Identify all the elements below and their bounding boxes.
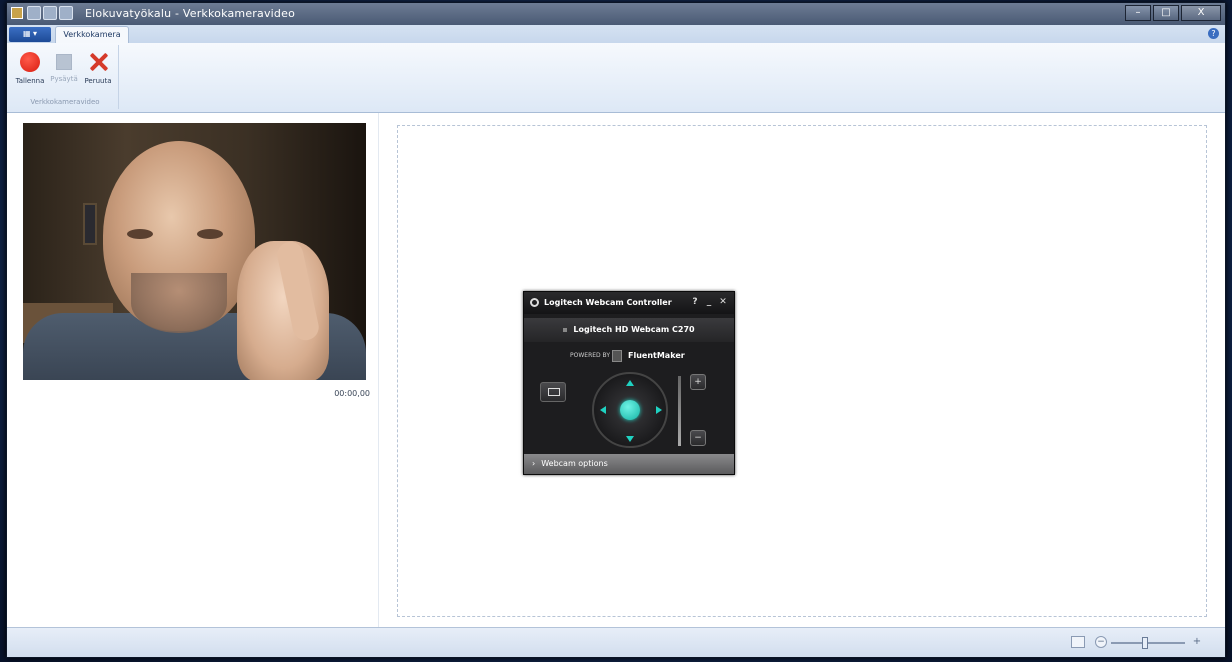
person-eye-left <box>127 229 153 239</box>
close-icon <box>88 52 108 72</box>
zoom-slider[interactable] <box>1111 637 1185 649</box>
status-bar: − + <box>7 627 1225 657</box>
timecode: 00:00,00 <box>334 389 370 398</box>
close-button[interactable]: X <box>1181 5 1221 21</box>
pan-left-icon[interactable] <box>600 406 606 414</box>
wall-picture <box>83 203 97 245</box>
controller-help-icon[interactable]: ? <box>690 297 700 307</box>
logitech-logo-icon <box>530 298 539 307</box>
fx-name[interactable]: FluentMaker <box>628 351 685 360</box>
window-title: Elokuvatyökalu - Verkkokameravideo <box>85 7 295 20</box>
fx-row: POWERED BY FluentMaker <box>524 346 734 366</box>
ribbon-tabs: ▦ ▾ Verkkokamera ? <box>7 25 1225 43</box>
redo-icon[interactable] <box>59 6 73 20</box>
app-menu-button[interactable]: ▦ ▾ <box>9 27 51 42</box>
person-eye-right <box>197 229 223 239</box>
stop-button[interactable]: Pysäytä <box>47 49 81 93</box>
save-quick-icon[interactable] <box>27 6 41 20</box>
zoom-out-button[interactable]: − <box>1095 636 1107 648</box>
controller-minimize-icon[interactable]: _ <box>704 297 714 307</box>
record-icon <box>20 52 40 72</box>
webcam-video-group: Tallenna Pysäytä Peruuta Verkkokameravid… <box>11 45 119 109</box>
controller-titlebar[interactable]: Logitech Webcam Controller ? _ ✕ <box>524 292 734 314</box>
window-controls: – □ X <box>1125 5 1221 21</box>
app-window: Elokuvatyökalu - Verkkokameravideo – □ X… <box>6 2 1226 658</box>
zoom-slider-thumb[interactable] <box>1142 637 1148 649</box>
maximize-button[interactable]: □ <box>1153 5 1179 21</box>
preview-pane: 00:00,00 <box>11 113 379 627</box>
cancel-label: Peruuta <box>84 77 112 85</box>
camera-selector[interactable]: Logitech HD Webcam C270 <box>524 318 734 342</box>
pan-up-icon[interactable] <box>626 380 634 386</box>
record-label: Tallenna <box>15 77 45 85</box>
storyboard-area[interactable] <box>397 125 1207 617</box>
pan-center-button[interactable] <box>620 400 640 420</box>
webcam-preview <box>23 123 366 380</box>
controller-title: Logitech Webcam Controller <box>544 298 672 307</box>
app-icon[interactable] <box>11 7 23 19</box>
chevron-right-icon: › <box>532 459 536 468</box>
zoom-in-icon[interactable]: + <box>690 374 706 390</box>
controller-close-icon[interactable]: ✕ <box>718 297 728 307</box>
title-bar: Elokuvatyökalu - Verkkokameravideo – □ X <box>7 3 1225 25</box>
minimize-button[interactable]: – <box>1125 5 1151 21</box>
zoom-slider-track[interactable] <box>678 376 681 446</box>
pan-down-icon[interactable] <box>626 436 634 442</box>
fx-powered-label: POWERED BY <box>570 352 611 359</box>
group-label: Verkkokameravideo <box>30 98 100 106</box>
zoom-in-button[interactable]: + <box>1191 636 1203 648</box>
stop-icon <box>56 54 72 70</box>
person-beard <box>131 273 227 333</box>
undo-icon[interactable] <box>43 6 57 20</box>
stop-label: Pysäytä <box>50 75 78 83</box>
quick-access-toolbar <box>27 6 73 22</box>
webcam-options-expander[interactable]: › Webcam options <box>524 454 734 474</box>
fit-to-window-icon[interactable] <box>1071 636 1085 648</box>
webcam-controller-window: Logitech Webcam Controller ? _ ✕ Logitec… <box>523 291 735 475</box>
help-icon[interactable]: ? <box>1208 28 1219 39</box>
pan-tilt-control[interactable] <box>592 372 668 448</box>
cancel-button[interactable]: Peruuta <box>81 49 115 93</box>
webcam-options-label: Webcam options <box>541 459 608 468</box>
ribbon: Tallenna Pysäytä Peruuta Verkkokameravid… <box>7 43 1225 113</box>
fx-icon[interactable] <box>612 350 622 362</box>
record-button[interactable]: Tallenna <box>13 49 47 93</box>
zoom-out-icon[interactable]: − <box>690 430 706 446</box>
pan-right-icon[interactable] <box>656 406 662 414</box>
monitor-icon[interactable] <box>540 382 566 402</box>
tab-webcam[interactable]: Verkkokamera <box>55 26 129 43</box>
